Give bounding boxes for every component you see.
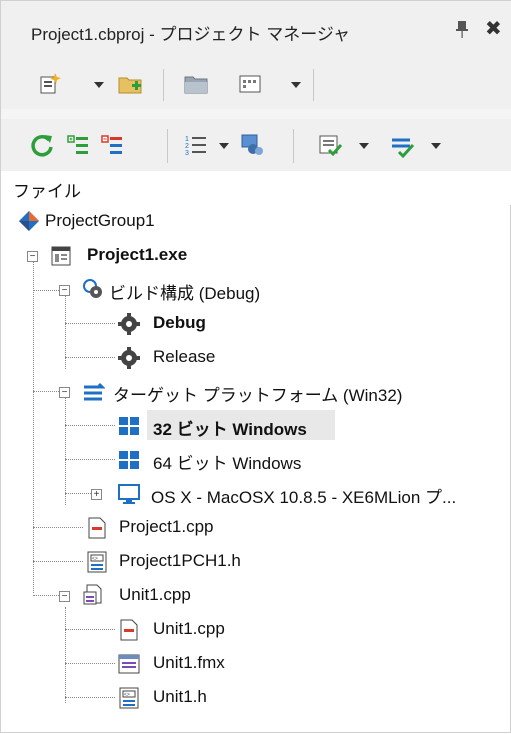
svg-text:3: 3	[185, 150, 189, 157]
target-platforms-label: ターゲット プラットフォーム (Win32)	[113, 386, 403, 405]
collapse-toggle-unit[interactable]: −	[59, 591, 70, 602]
tree-item-platform-64[interactable]: 64 ビット Windows	[1, 443, 511, 477]
svg-text:1: 1	[185, 136, 189, 143]
unit-cpp-label: Unit1.cpp	[153, 619, 225, 638]
monitor-icon	[118, 484, 140, 504]
title-bar: Project1.cbproj - プロジェクト マネージャ ✖	[1, 1, 511, 59]
tree-item-unit-cpp[interactable]: Unit1.cpp	[1, 613, 511, 647]
pch-label: Project1PCH1.h	[119, 551, 241, 570]
window-title: Project1.cbproj - プロジェクト マネージャ	[31, 25, 351, 44]
unit-file-icon	[83, 584, 102, 605]
new-item-icon[interactable]	[37, 71, 63, 97]
gear-icon	[118, 347, 140, 369]
build-order-icon[interactable]: 1 2 3	[183, 132, 209, 158]
expand-icon[interactable]	[65, 132, 91, 158]
collapse-icon[interactable]	[99, 132, 125, 158]
cpp-file-icon	[120, 619, 138, 641]
unit-fmx-label: Unit1.fmx	[153, 653, 225, 672]
close-icon[interactable]: ✖	[485, 16, 502, 41]
tree-item-project-cpp[interactable]: Project1.cpp	[1, 511, 511, 545]
file-column-label: ファイル	[13, 182, 81, 201]
collapse-toggle-build-config[interactable]: −	[59, 285, 70, 296]
sync-icon[interactable]	[29, 132, 55, 158]
platform-32-label: 32 ビット Windows	[153, 420, 307, 439]
project-cpp-label: Project1.cpp	[119, 517, 214, 536]
tree-item-target-platforms[interactable]: − ターゲット プラットフォーム (Win32)	[1, 375, 511, 409]
tree-item-config-debug[interactable]: Debug	[1, 307, 511, 341]
project-group-label: ProjectGroup1	[45, 211, 155, 230]
toolbar-bottom: 1 2 3	[1, 119, 511, 171]
tree-item-unit-h[interactable]: <> Unit1.h	[1, 681, 511, 715]
header-file-icon: <>	[119, 687, 139, 709]
gear-icon	[118, 313, 140, 335]
new-item-dropdown-icon[interactable]	[94, 82, 104, 88]
tree-item-platform-osx[interactable]: + OS X - MacOSX 10.8.5 - XE6MLion プ...	[1, 477, 511, 511]
layout-dropdown-icon[interactable]	[291, 82, 301, 88]
tree-item-config-release[interactable]: Release	[1, 341, 511, 375]
multi-build-dropdown-icon[interactable]	[431, 143, 441, 149]
build-order-dropdown-icon[interactable]	[219, 143, 229, 149]
build-config-label: ビルド構成 (Debug)	[109, 284, 261, 303]
toolbar-gap	[1, 109, 511, 119]
collapse-toggle-project[interactable]: −	[27, 251, 38, 262]
project-file-icon	[51, 246, 71, 266]
platform-64-label: 64 ビット Windows	[153, 454, 302, 473]
tree-item-unit-fmx[interactable]: Unit1.fmx	[1, 647, 511, 681]
svg-text:2: 2	[185, 143, 189, 150]
svg-text:<>: <>	[92, 556, 98, 562]
layout-icon[interactable]	[237, 71, 263, 97]
config-release-label: Release	[153, 347, 216, 366]
cpp-file-icon	[88, 517, 106, 539]
collapse-toggle-target-platforms[interactable]: −	[59, 387, 70, 398]
expand-toggle-platform-osx[interactable]: +	[91, 489, 102, 500]
project-manager-panel: Project1.cbproj - プロジェクト マネージャ ✖ 1 2 3 フ…	[0, 0, 511, 733]
folder-icon[interactable]	[183, 71, 209, 97]
platform-osx-label: OS X - MacOSX 10.8.5 - XE6MLion プ...	[151, 488, 457, 507]
tree-item-project[interactable]: − Project1.exe	[1, 239, 511, 273]
build-dropdown-icon[interactable]	[359, 143, 369, 149]
build-config-icon	[83, 279, 102, 298]
devices-icon[interactable]	[239, 132, 265, 158]
tree-item-pch[interactable]: <> Project1PCH1.h	[1, 545, 511, 579]
pin-icon[interactable]	[453, 19, 471, 39]
project-label: Project1.exe	[87, 245, 188, 264]
header-file-icon: <>	[87, 551, 107, 573]
config-debug-label: Debug	[153, 313, 206, 332]
add-folder-icon[interactable]	[117, 71, 143, 97]
project-group-icon	[19, 211, 39, 231]
project-tree: ProjectGroup1 − Project1.exe − ビルド構成 (De…	[1, 205, 511, 734]
tree-item-build-config[interactable]: − ビルド構成 (Debug)	[1, 273, 511, 307]
tree-item-platform-32[interactable]: 32 ビット Windows	[1, 409, 511, 443]
form-file-icon	[118, 654, 140, 674]
unit-h-label: Unit1.h	[153, 687, 207, 706]
toolbar-top	[1, 59, 511, 109]
target-platforms-icon	[84, 382, 105, 401]
file-column-header[interactable]: ファイル	[1, 171, 511, 205]
tree-item-unit[interactable]: − Unit1.cpp	[1, 579, 511, 613]
windows-icon	[119, 451, 139, 469]
multi-build-icon[interactable]	[389, 132, 415, 158]
tree-item-project-group[interactable]: ProjectGroup1	[1, 205, 511, 239]
windows-icon	[119, 417, 139, 435]
svg-text:<>: <>	[124, 692, 130, 698]
build-icon[interactable]	[317, 132, 343, 158]
unit-label: Unit1.cpp	[119, 585, 191, 604]
